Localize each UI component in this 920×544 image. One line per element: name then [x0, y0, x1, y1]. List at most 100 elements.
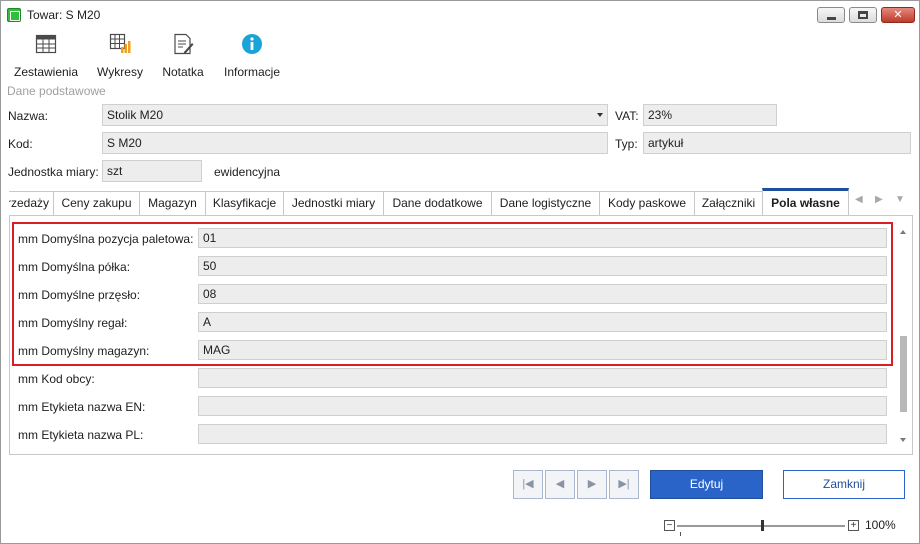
- label-name-en-field[interactable]: [198, 396, 887, 416]
- code-field[interactable]: S M20: [102, 132, 608, 154]
- close-button[interactable]: Zamknij: [783, 470, 905, 499]
- field-value: 01: [203, 231, 217, 245]
- name-label: Nazwa:: [8, 109, 49, 123]
- field-label: mm Domyślna półka:: [18, 260, 131, 274]
- maximize-button[interactable]: [849, 7, 877, 23]
- zoom-level: 100%: [865, 518, 896, 532]
- toolbar-notatka-button[interactable]: Notatka: [157, 33, 209, 79]
- tab-zalaczniki[interactable]: Załączniki: [694, 191, 763, 215]
- default-pallet-position-field[interactable]: 01: [198, 228, 887, 248]
- tab-label: Pola własne: [771, 196, 840, 210]
- scrollbar-thumb[interactable]: [900, 336, 907, 412]
- unit-label: Jednostka miary:: [8, 165, 99, 179]
- custom-fields-panel: mm Domyślna pozycja paletowa: 01 mm Domy…: [9, 216, 913, 455]
- tab-label: Dane dodatkowe: [392, 196, 483, 210]
- chevron-down-icon: [597, 113, 603, 117]
- tab-menu-chevron-down-icon[interactable]: ▼: [895, 194, 905, 205]
- minimize-icon: [827, 17, 836, 20]
- label-name-pl-field[interactable]: [198, 424, 887, 444]
- title-bar: Towar: S M20 ✕: [1, 1, 919, 29]
- vertical-scrollbar[interactable]: [895, 216, 912, 453]
- tab-label: Dane logistyczne: [499, 196, 592, 210]
- next-record-icon: ▶: [587, 478, 597, 490]
- tab-label: Ceny zakupu: [61, 196, 132, 210]
- tab-klasyfikacje[interactable]: Klasyfikacje: [205, 191, 284, 215]
- unit-note: ewidencyjna: [214, 165, 281, 179]
- vat-field[interactable]: 23%: [643, 104, 777, 126]
- tab-sprzedazy[interactable]: sprzedaży: [9, 191, 54, 215]
- field-value: A: [203, 315, 212, 329]
- tab-label: sprzedaży: [9, 196, 49, 210]
- field-label: mm Domyślna pozycja paletowa:: [18, 232, 194, 246]
- note-icon: [174, 33, 194, 55]
- minimize-button[interactable]: [817, 7, 845, 23]
- tab-pola-wlasne[interactable]: Pola własne: [762, 188, 849, 215]
- default-bay-field[interactable]: 08: [198, 284, 887, 304]
- type-field[interactable]: artykuł: [643, 132, 911, 154]
- name-select[interactable]: Stolik M20: [102, 104, 608, 126]
- foreign-code-field[interactable]: [198, 368, 887, 388]
- type-label: Typ:: [615, 137, 638, 151]
- field-label: mm Domyślny magazyn:: [18, 344, 150, 358]
- default-warehouse-field[interactable]: MAG: [198, 340, 887, 360]
- toolbar-item-label: Informacje: [223, 65, 281, 79]
- product-window: Towar: S M20 ✕ Zestawienia Wykresy Notat…: [0, 0, 920, 544]
- app-icon: [7, 8, 21, 22]
- field-label: mm Domyślne przęsło:: [18, 288, 141, 302]
- name-value: Stolik M20: [107, 108, 164, 122]
- scroll-right-icon[interactable]: ▶: [875, 194, 883, 205]
- scroll-left-icon[interactable]: ◀: [855, 194, 863, 205]
- code-label: Kod:: [8, 137, 33, 151]
- default-shelf-field[interactable]: 50: [198, 256, 887, 276]
- window-title: Towar: S M20: [27, 8, 101, 22]
- unit-value: szt: [107, 164, 123, 178]
- field-label: mm Kod obcy:: [18, 372, 95, 386]
- default-rack-field[interactable]: A: [198, 312, 887, 332]
- toolbar-item-label: Zestawienia: [13, 65, 79, 79]
- toolbar-zestawienia-button[interactable]: Zestawienia: [9, 33, 83, 79]
- table-icon: [35, 34, 57, 54]
- tab-label: Załączniki: [701, 196, 756, 210]
- field-label: mm Etykieta nazwa EN:: [18, 400, 146, 414]
- field-value: 08: [203, 287, 217, 301]
- code-value: S M20: [107, 136, 142, 150]
- tab-label: Jednostki miary: [291, 196, 376, 210]
- previous-record-icon: ◀: [555, 478, 565, 490]
- toolbar-wykresy-button[interactable]: Wykresy: [91, 33, 149, 79]
- tab-dane-logistyczne[interactable]: Dane logistyczne: [491, 191, 600, 215]
- tab-label: Magazyn: [148, 196, 197, 210]
- tab-bar: sprzedaży Ceny zakupu Magazyn Klasyfikac…: [9, 188, 913, 216]
- field-value: 50: [203, 259, 217, 273]
- section-title: Dane podstawowe: [7, 84, 106, 98]
- last-record-button[interactable]: ▶|: [609, 470, 639, 499]
- toolbar-item-label: Notatka: [162, 65, 204, 79]
- tab-dane-dodatkowe[interactable]: Dane dodatkowe: [383, 191, 492, 215]
- type-value: artykuł: [648, 136, 684, 150]
- next-record-button[interactable]: ▶: [577, 470, 607, 499]
- tab-magazyn[interactable]: Magazyn: [139, 191, 206, 215]
- close-icon: ✕: [893, 9, 903, 21]
- field-label: mm Domyślny regał:: [18, 316, 128, 330]
- zoom-in-button[interactable]: +: [848, 520, 859, 531]
- tab-kody-paskowe[interactable]: Kody paskowe: [599, 191, 695, 215]
- first-record-button[interactable]: |◀: [513, 470, 543, 499]
- maximize-icon: [858, 11, 868, 19]
- first-record-icon: |◀: [522, 478, 534, 490]
- toolbar-informacje-button[interactable]: Informacje: [219, 33, 285, 79]
- close-window-button[interactable]: ✕: [881, 7, 915, 23]
- tab-label: Kody paskowe: [607, 196, 687, 210]
- unit-field[interactable]: szt: [102, 160, 202, 182]
- toolbar-item-label: Wykresy: [97, 65, 143, 79]
- tab-jednostki-miary[interactable]: Jednostki miary: [283, 191, 384, 215]
- zoom-tick: [680, 532, 681, 536]
- previous-record-button[interactable]: ◀: [545, 470, 575, 499]
- info-icon: [242, 34, 262, 54]
- scroll-down-icon[interactable]: [900, 438, 906, 442]
- tab-ceny-zakupu[interactable]: Ceny zakupu: [53, 191, 140, 215]
- tab-label: Klasyfikacje: [212, 196, 277, 210]
- zoom-slider-thumb[interactable]: [761, 520, 764, 531]
- scroll-up-icon[interactable]: [900, 230, 906, 234]
- edit-button[interactable]: Edytuj: [650, 470, 763, 499]
- zoom-out-button[interactable]: −: [664, 520, 675, 531]
- last-record-icon: ▶|: [618, 478, 630, 490]
